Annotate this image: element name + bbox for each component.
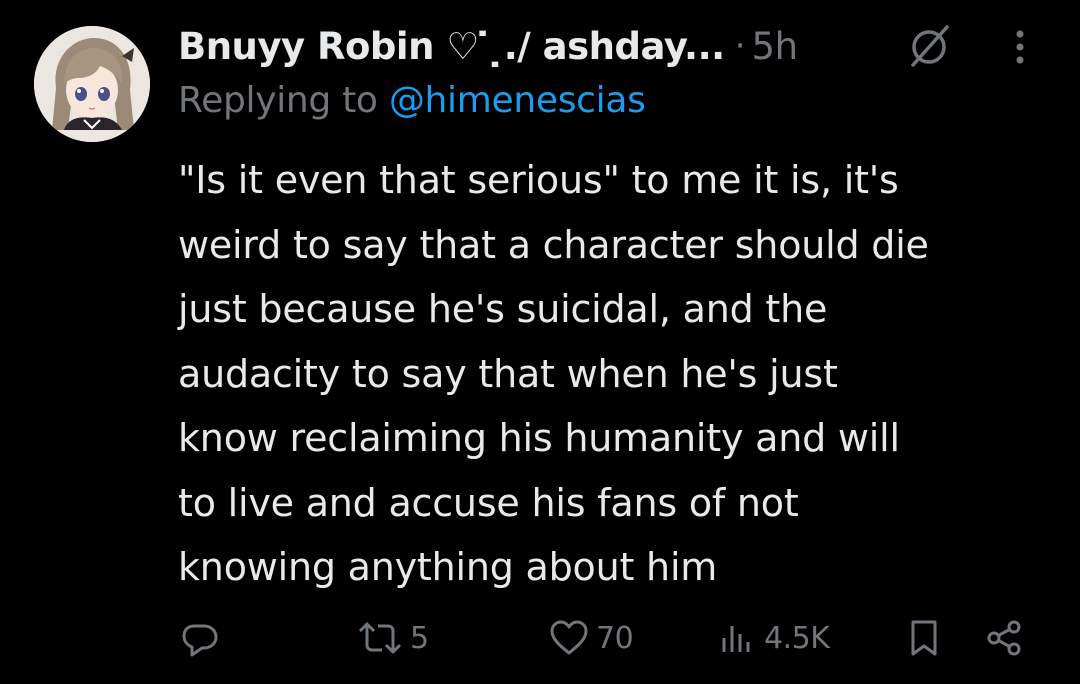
bookmark-icon xyxy=(911,620,937,656)
like-button[interactable]: 70 xyxy=(548,610,634,666)
replying-to: Replying to @himenescias xyxy=(178,80,646,121)
display-name[interactable]: Bnuyy Robin ♡ ̇ ̣./ ashday... xyxy=(178,25,725,68)
reply-button[interactable] xyxy=(180,610,220,666)
like-count: 70 xyxy=(596,620,634,656)
bookmark-button[interactable] xyxy=(906,610,942,666)
retweet-button[interactable]: 5 xyxy=(356,610,429,666)
share-icon xyxy=(987,620,1021,656)
more-options-icon[interactable] xyxy=(1006,24,1034,70)
share-button[interactable] xyxy=(984,610,1024,666)
heart-icon xyxy=(550,620,588,655)
tweet-header: Bnuyy Robin ♡ ̇ ̣./ ashday... · 5h xyxy=(178,18,798,74)
separator: · xyxy=(734,26,746,66)
anime-character-avatar-icon xyxy=(34,26,150,142)
reply-handle-link[interactable]: @himenescias xyxy=(389,80,646,121)
replying-to-label: Replying to xyxy=(178,80,389,121)
views-count: 4.5K xyxy=(764,620,830,656)
grok-icon[interactable] xyxy=(904,22,954,72)
retweet-count: 5 xyxy=(410,620,429,656)
action-bar: 5 70 4.5K xyxy=(0,610,1080,666)
timestamp[interactable]: 5h xyxy=(752,25,799,68)
retweet-icon xyxy=(358,622,402,654)
tweet-text: "Is it even that serious" to me it is, i… xyxy=(178,158,929,589)
views-button[interactable]: 4.5K xyxy=(718,610,830,666)
avatar[interactable] xyxy=(34,26,150,142)
reply-icon xyxy=(182,624,218,657)
views-icon xyxy=(722,626,750,652)
